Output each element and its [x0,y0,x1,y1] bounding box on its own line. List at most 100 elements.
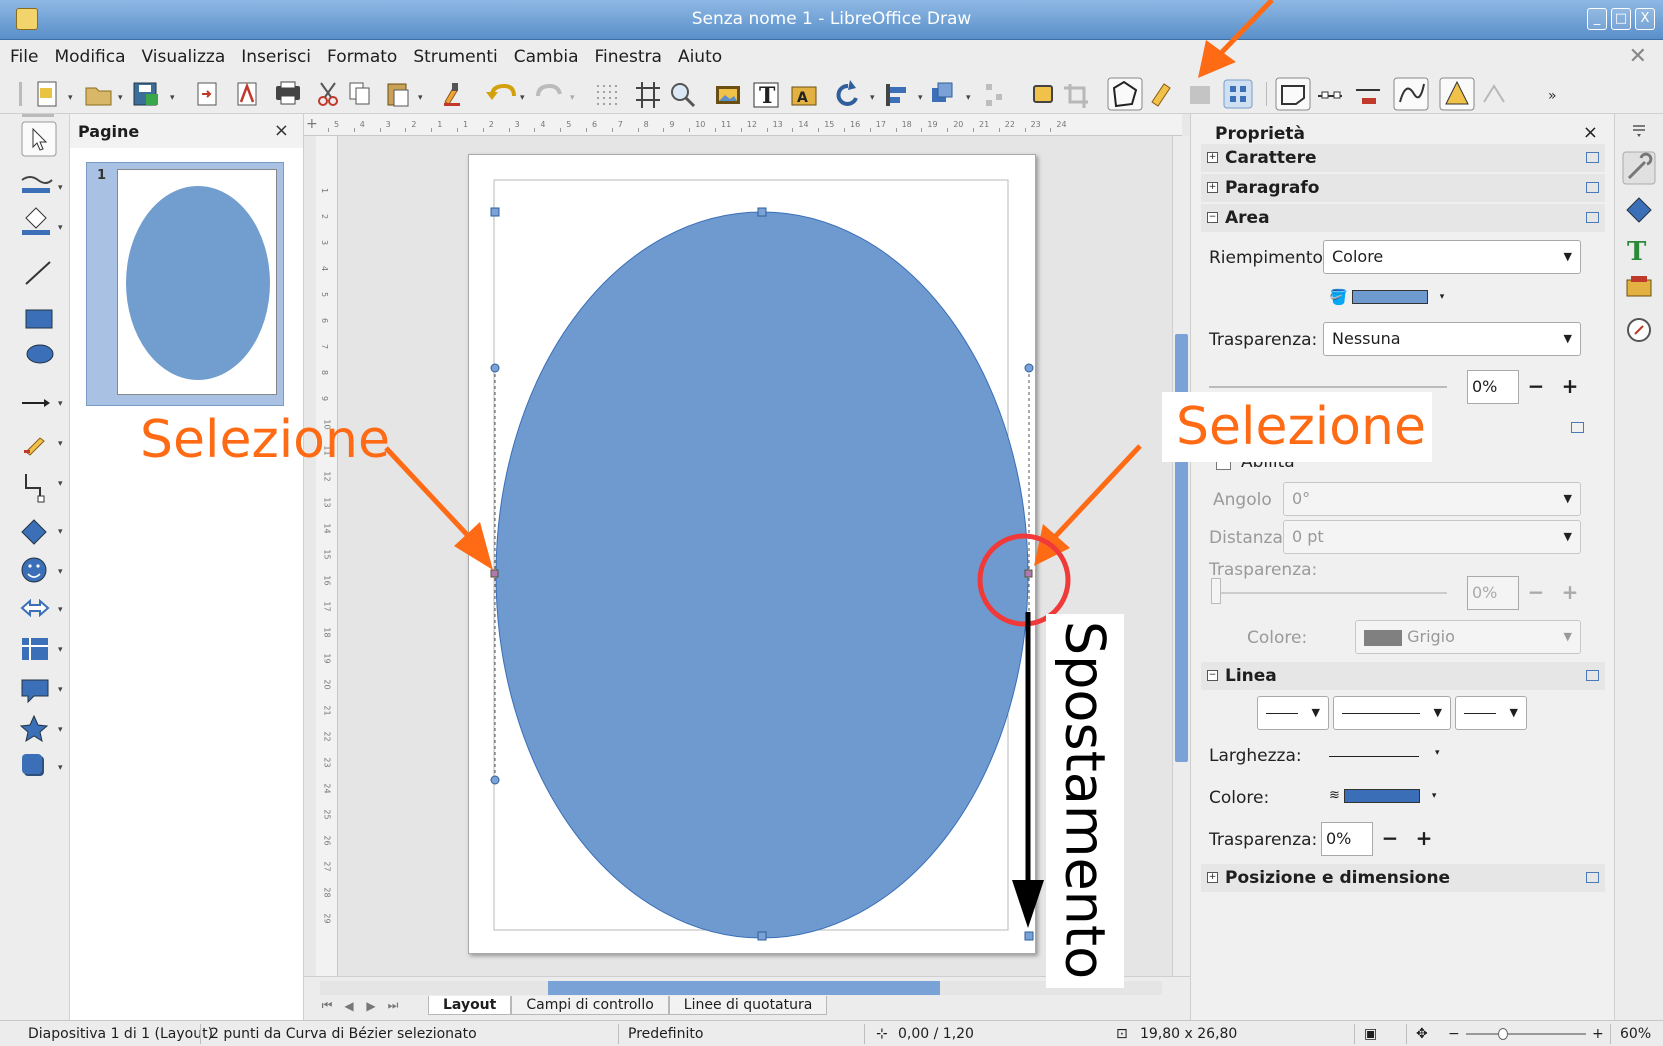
tab-layout[interactable]: Layout [428,996,512,1015]
decrease-button[interactable]: − [1519,576,1553,610]
close-window-button[interactable]: X [1635,8,1655,30]
ruler-label: 1 [437,120,443,129]
svg-text:▾: ▾ [58,223,63,233]
section-area[interactable]: − Area [1201,204,1605,232]
ruler-label: 6 [592,120,598,129]
area-transparency-slider[interactable] [1209,386,1447,388]
collapse-icon[interactable]: − [1207,670,1218,681]
menu-visualizza[interactable]: Visualizza [142,47,226,67]
section-linea[interactable]: − Linea [1201,662,1605,690]
horizontal-scroll-thumb[interactable] [548,981,940,995]
decrease-button[interactable]: − [1373,822,1407,856]
fill-type-select[interactable]: Colore ▼ [1323,240,1581,274]
shadow-slider-thumb[interactable] [1211,578,1221,604]
fit-page-icon[interactable]: ✥ [1416,1026,1428,1042]
line-start-style-select[interactable]: ▼ [1257,696,1329,730]
prev-tab-icon[interactable]: ◀ [338,999,360,1013]
zoom-out-icon[interactable]: − [1448,1026,1460,1042]
more-options-icon[interactable] [1586,152,1599,163]
shadow-color-select[interactable]: Grigio ▼ [1355,620,1581,654]
area-transparency-percent[interactable]: 0% [1467,370,1519,404]
line-width-label: Larghezza: [1209,746,1302,766]
menu-cambia[interactable]: Cambia [514,47,579,67]
expand-icon[interactable]: + [1207,152,1218,163]
slide-number: 1 [97,168,107,183]
zoom-slider[interactable] [1466,1033,1586,1035]
ruler-origin-icon[interactable]: + [306,116,318,132]
vertical-scrollbar[interactable] [1172,136,1190,976]
more-options-icon[interactable] [1586,872,1599,883]
menu-formato[interactable]: Formato [327,47,397,67]
shadow-angle-select[interactable]: 0° ▼ [1283,482,1581,516]
sidebar-close-button[interactable]: × [1583,122,1598,143]
shadow-angle-value: 0° [1292,489,1311,508]
shadow-transparency-spinner[interactable]: 0% − + [1467,576,1587,610]
ruler-label: 15 [322,549,332,560]
menu-modifica[interactable]: Modifica [54,47,125,67]
area-transparency-spinner[interactable]: 0% − + [1467,370,1587,404]
tab-campi-di-controllo[interactable]: Campi di controllo [511,996,669,1015]
zoom-slider-thumb[interactable] [1498,1028,1508,1040]
expand-icon[interactable]: + [1207,872,1218,883]
shadow-distance-select[interactable]: 0 pt ▼ [1283,520,1581,554]
slide-panel-close-button[interactable]: × [274,120,289,141]
line-transparency-spinner[interactable]: 0% − + [1321,822,1441,856]
line-end-style-select[interactable]: ▼ [1455,696,1527,730]
horizontal-scrollbar[interactable] [320,981,1162,995]
more-options-icon[interactable] [1586,182,1599,193]
maximize-button[interactable]: □ [1611,8,1631,30]
more-options-icon[interactable] [1586,670,1599,681]
document-modified-icon[interactable]: ▣ [1364,1026,1377,1042]
line-color-picker[interactable]: ≋ ▾ [1329,788,1436,803]
line-width-preview[interactable] [1329,756,1419,757]
expand-icon[interactable]: + [1207,182,1218,193]
first-tab-icon[interactable]: ⏮ [316,998,338,1013]
ruler-label: 23 [322,757,332,768]
last-tab-icon[interactable]: ⏭ [382,998,404,1013]
increase-button[interactable]: + [1407,822,1441,856]
next-tab-icon[interactable]: ▶ [360,999,382,1013]
svg-text:A: A [797,90,808,106]
section-posizione-dimensione[interactable]: + Posizione e dimensione [1201,864,1605,892]
gallery-icon: T [1627,237,1647,267]
close-document-icon[interactable]: ✕ [1629,44,1647,69]
menu-strumenti[interactable]: Strumenti [413,47,497,67]
size-icon: ⊡ [1116,1026,1128,1042]
drawing-page[interactable] [468,154,1036,954]
svg-text:▾: ▾ [118,93,123,103]
more-options-icon[interactable] [1586,212,1599,223]
section-carattere[interactable]: + Carattere [1201,144,1605,172]
collapse-icon[interactable]: − [1207,212,1218,223]
ruler-label: 16 [322,575,332,586]
ruler-label: 4 [540,120,546,129]
shadow-more-options-icon[interactable] [1571,422,1584,433]
chevron-down-icon[interactable]: ▾ [1435,748,1440,758]
ruler-tick [818,128,820,132]
area-transparency-value: Nessuna [1332,329,1401,348]
section-paragrafo[interactable]: + Paragrafo [1201,174,1605,202]
slide-thumbnail[interactable] [117,169,277,395]
menu-inserisci[interactable]: Inserisci [241,47,311,67]
vertical-ruler[interactable]: 1 2 3 4 5 6 7 8 9 10 11 12 13 14 15 16 17 18 19 20 21 22 23 24 2… [316,136,338,976]
line-style-select[interactable]: ▼ [1333,696,1451,730]
status-zoom[interactable]: 60% [1620,1026,1651,1042]
increase-button[interactable]: + [1553,576,1587,610]
menu-file[interactable]: File [10,47,38,67]
menu-bar: File Modifica Visualizza Inserisci Forma… [0,40,1663,74]
menu-aiuto[interactable]: Aiuto [678,47,722,67]
shadow-transparency-percent[interactable]: 0% [1467,576,1519,610]
horizontal-ruler[interactable]: 5 4 3 2 1 1 2 3 4 5 6 7 8 9 10 11 12 13 14 15 16 17 18 19 20 21 22… [304,114,1182,136]
line-transparency-value[interactable]: 0% [1321,822,1373,856]
shadow-transparency-slider[interactable] [1211,592,1447,594]
ruler-label: 26 [322,835,332,846]
tab-linee-di-quotatura[interactable]: Linee di quotatura [668,996,828,1015]
slide-thumbnail-selected[interactable]: 1 [86,162,284,406]
fill-color-picker[interactable]: 🪣 ▾ [1329,288,1444,306]
area-transparency-select[interactable]: Nessuna ▼ [1323,322,1581,356]
line-tool-icon [25,261,51,285]
minimize-button[interactable]: _ [1587,8,1607,30]
increase-button[interactable]: + [1553,370,1587,404]
menu-finestra[interactable]: Finestra [595,47,662,67]
decrease-button[interactable]: − [1519,370,1553,404]
zoom-in-icon[interactable]: + [1592,1026,1604,1042]
